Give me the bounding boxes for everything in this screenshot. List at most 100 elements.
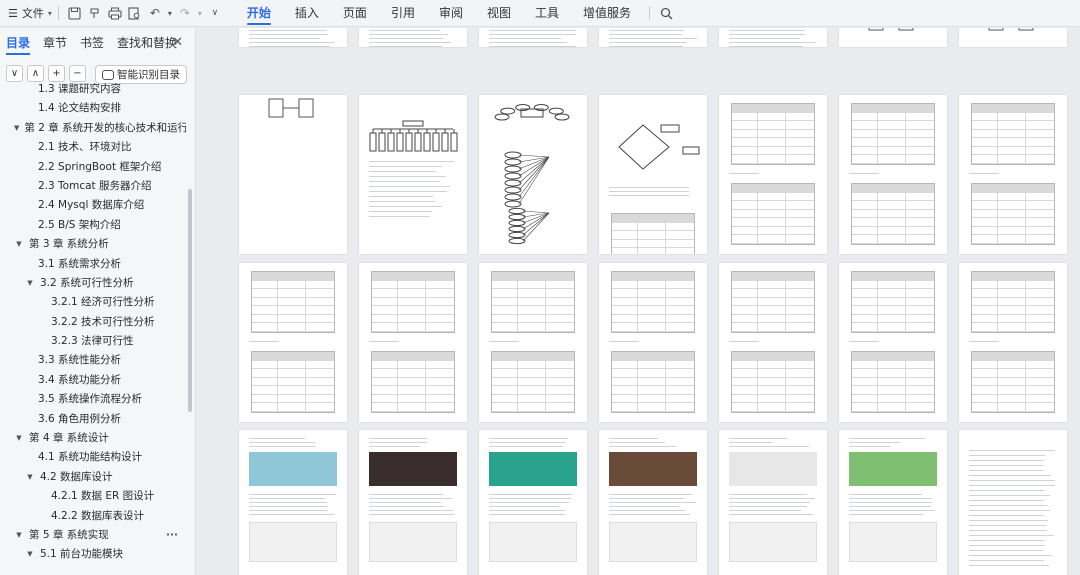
table-row bbox=[852, 184, 934, 193]
text-line bbox=[249, 42, 335, 44]
chevron-down-icon[interactable]: ▾ bbox=[195, 3, 205, 23]
table-row bbox=[852, 377, 934, 386]
toc-item[interactable]: ▼ 5.1 前台功能模块 bbox=[0, 545, 186, 564]
toc-item[interactable]: 3.2.1 经济可行性分析 bbox=[0, 293, 186, 312]
table-row bbox=[612, 377, 694, 386]
expand-triangle-icon[interactable]: ▼ bbox=[14, 429, 24, 448]
table-row bbox=[852, 352, 934, 361]
table-row bbox=[972, 121, 1054, 130]
expand-triangle-icon[interactable]: ▼ bbox=[14, 119, 19, 138]
toc-item[interactable]: ▼ 第 2 章 系统开发的核心技术和运行… bbox=[0, 119, 186, 138]
undo-icon[interactable]: ↶ bbox=[145, 3, 165, 23]
toc-item[interactable]: ▼ 第 3 章 系统分析 bbox=[0, 235, 186, 254]
table-row bbox=[612, 297, 694, 306]
more-chevron-icon[interactable]: ∨ bbox=[205, 3, 225, 23]
table-thumbnail bbox=[971, 351, 1055, 413]
toc-item[interactable]: 3.5 系统操作流程分析 bbox=[0, 390, 186, 409]
toc-item[interactable]: 3.2.2 技术可行性分析 bbox=[0, 313, 186, 332]
table-row bbox=[972, 314, 1054, 323]
print-icon[interactable] bbox=[105, 3, 125, 23]
save-icon[interactable] bbox=[65, 3, 85, 23]
more-options-icon[interactable]: ··· bbox=[166, 526, 178, 545]
print-preview-icon[interactable] bbox=[125, 3, 145, 23]
toc-item[interactable]: 2.3 Tomcat 服务器介绍 bbox=[0, 177, 186, 196]
expand-triangle-icon[interactable]: ▼ bbox=[25, 468, 35, 487]
expand-triangle-icon[interactable]: ▼ bbox=[25, 545, 35, 564]
toc-item[interactable]: 3.2.3 法律可行性 bbox=[0, 332, 186, 351]
tab-chapters[interactable]: 章节 bbox=[43, 28, 67, 58]
toc-item-label: 4.2 数据库设计 bbox=[40, 470, 113, 483]
toc-item[interactable]: 4.1 系统功能结构设计 bbox=[0, 448, 186, 467]
text-line bbox=[369, 176, 446, 178]
toc-item[interactable]: 2.4 Mysql 数据库介绍 bbox=[0, 196, 186, 215]
toc-item[interactable]: 3.1 系统需求分析 bbox=[0, 255, 186, 274]
scrollbar[interactable] bbox=[188, 189, 192, 412]
tab-tools[interactable]: 工具 bbox=[523, 0, 571, 27]
toc-item[interactable]: 3.4 系统功能分析 bbox=[0, 371, 186, 390]
text-line bbox=[609, 446, 677, 448]
toc-item[interactable]: 4.2.2 数据库表设计 bbox=[0, 507, 186, 526]
text-line bbox=[969, 470, 1044, 472]
expand-up-button[interactable]: ∧ bbox=[27, 64, 44, 82]
tab-bookmarks[interactable]: 书签 bbox=[80, 28, 104, 58]
toc-item[interactable]: 4.2.1 数据 ER 图设计 bbox=[0, 487, 186, 506]
tab-value-added[interactable]: 增值服务 bbox=[571, 0, 643, 27]
er-diagram-thumbnail bbox=[494, 104, 570, 245]
tab-home[interactable]: 开始 bbox=[235, 0, 283, 27]
toc-item[interactable]: ▼ 4.2 数据库设计 bbox=[0, 468, 186, 487]
text-line bbox=[369, 191, 448, 193]
page-thumbnail bbox=[479, 95, 587, 254]
toc-item[interactable]: ▼ 第 4 章 系统设计 bbox=[0, 429, 186, 448]
file-menu[interactable]: ☰ 文件 ▾ bbox=[0, 0, 52, 27]
toc-item[interactable]: 1.3 课题研究内容 bbox=[0, 80, 186, 99]
add-heading-button[interactable]: + bbox=[48, 64, 65, 82]
text-line bbox=[489, 46, 577, 47]
expand-triangle-icon[interactable]: ▼ bbox=[25, 274, 35, 293]
search-icon[interactable] bbox=[656, 3, 676, 23]
toc-item[interactable]: ▼ 第 5 章 系统实现 ··· bbox=[0, 526, 186, 545]
text-line bbox=[969, 535, 1055, 537]
text-line bbox=[369, 181, 441, 183]
diagram-thumbnail bbox=[988, 28, 1034, 31]
table-row bbox=[732, 297, 814, 306]
collapse-down-button[interactable]: ∨ bbox=[6, 64, 23, 82]
toc-item[interactable]: 2.1 技术、环境对比 bbox=[0, 138, 186, 157]
table-thumbnail bbox=[851, 271, 935, 333]
table-row bbox=[372, 280, 454, 289]
close-icon[interactable]: ✕ bbox=[172, 35, 183, 50]
toc-item[interactable]: 1.4 论文结构安排 bbox=[0, 99, 186, 118]
table-row bbox=[852, 209, 934, 218]
table-row bbox=[732, 394, 814, 403]
tab-view[interactable]: 视图 bbox=[475, 0, 523, 27]
table-row bbox=[732, 314, 814, 323]
chevron-down-icon[interactable]: ▾ bbox=[165, 3, 175, 23]
screenshot-thumbnail bbox=[729, 522, 817, 562]
table-row bbox=[852, 104, 934, 113]
tab-toc[interactable]: 目录 bbox=[6, 28, 31, 58]
tab-references[interactable]: 引用 bbox=[379, 0, 427, 27]
table-row bbox=[252, 394, 334, 403]
tab-insert[interactable]: 插入 bbox=[283, 0, 331, 27]
table-row bbox=[972, 297, 1054, 306]
toc-item-label: 2.5 B/S 架构介绍 bbox=[38, 218, 121, 231]
toc-item[interactable]: 2.2 SpringBoot 框架介绍 bbox=[0, 158, 186, 177]
text-line bbox=[369, 446, 420, 448]
redo-icon[interactable]: ↷ bbox=[175, 3, 195, 23]
remove-heading-button[interactable]: − bbox=[69, 64, 86, 82]
table-row bbox=[252, 272, 334, 281]
format-painter-icon[interactable] bbox=[85, 3, 105, 23]
table-thumbnail bbox=[851, 183, 935, 245]
toc-item-label: 1.4 论文结构安排 bbox=[38, 102, 122, 115]
toc-item[interactable]: 3.6 角色用例分析 bbox=[0, 410, 186, 429]
toc-item[interactable]: 3.3 系统性能分析 bbox=[0, 351, 186, 370]
page-thumbnail bbox=[719, 28, 827, 47]
page-thumbnail bbox=[599, 263, 707, 422]
tab-find-replace[interactable]: 查找和替换 bbox=[117, 28, 177, 58]
expand-triangle-icon[interactable]: ▼ bbox=[14, 526, 24, 545]
tab-page[interactable]: 页面 bbox=[331, 0, 379, 27]
toc-item[interactable]: ▼ 3.2 系统可行性分析 bbox=[0, 274, 186, 293]
toc-item[interactable]: 2.5 B/S 架构介绍 bbox=[0, 216, 186, 235]
tab-review[interactable]: 审阅 bbox=[427, 0, 475, 27]
table-row bbox=[612, 403, 694, 412]
expand-triangle-icon[interactable]: ▼ bbox=[14, 235, 24, 254]
